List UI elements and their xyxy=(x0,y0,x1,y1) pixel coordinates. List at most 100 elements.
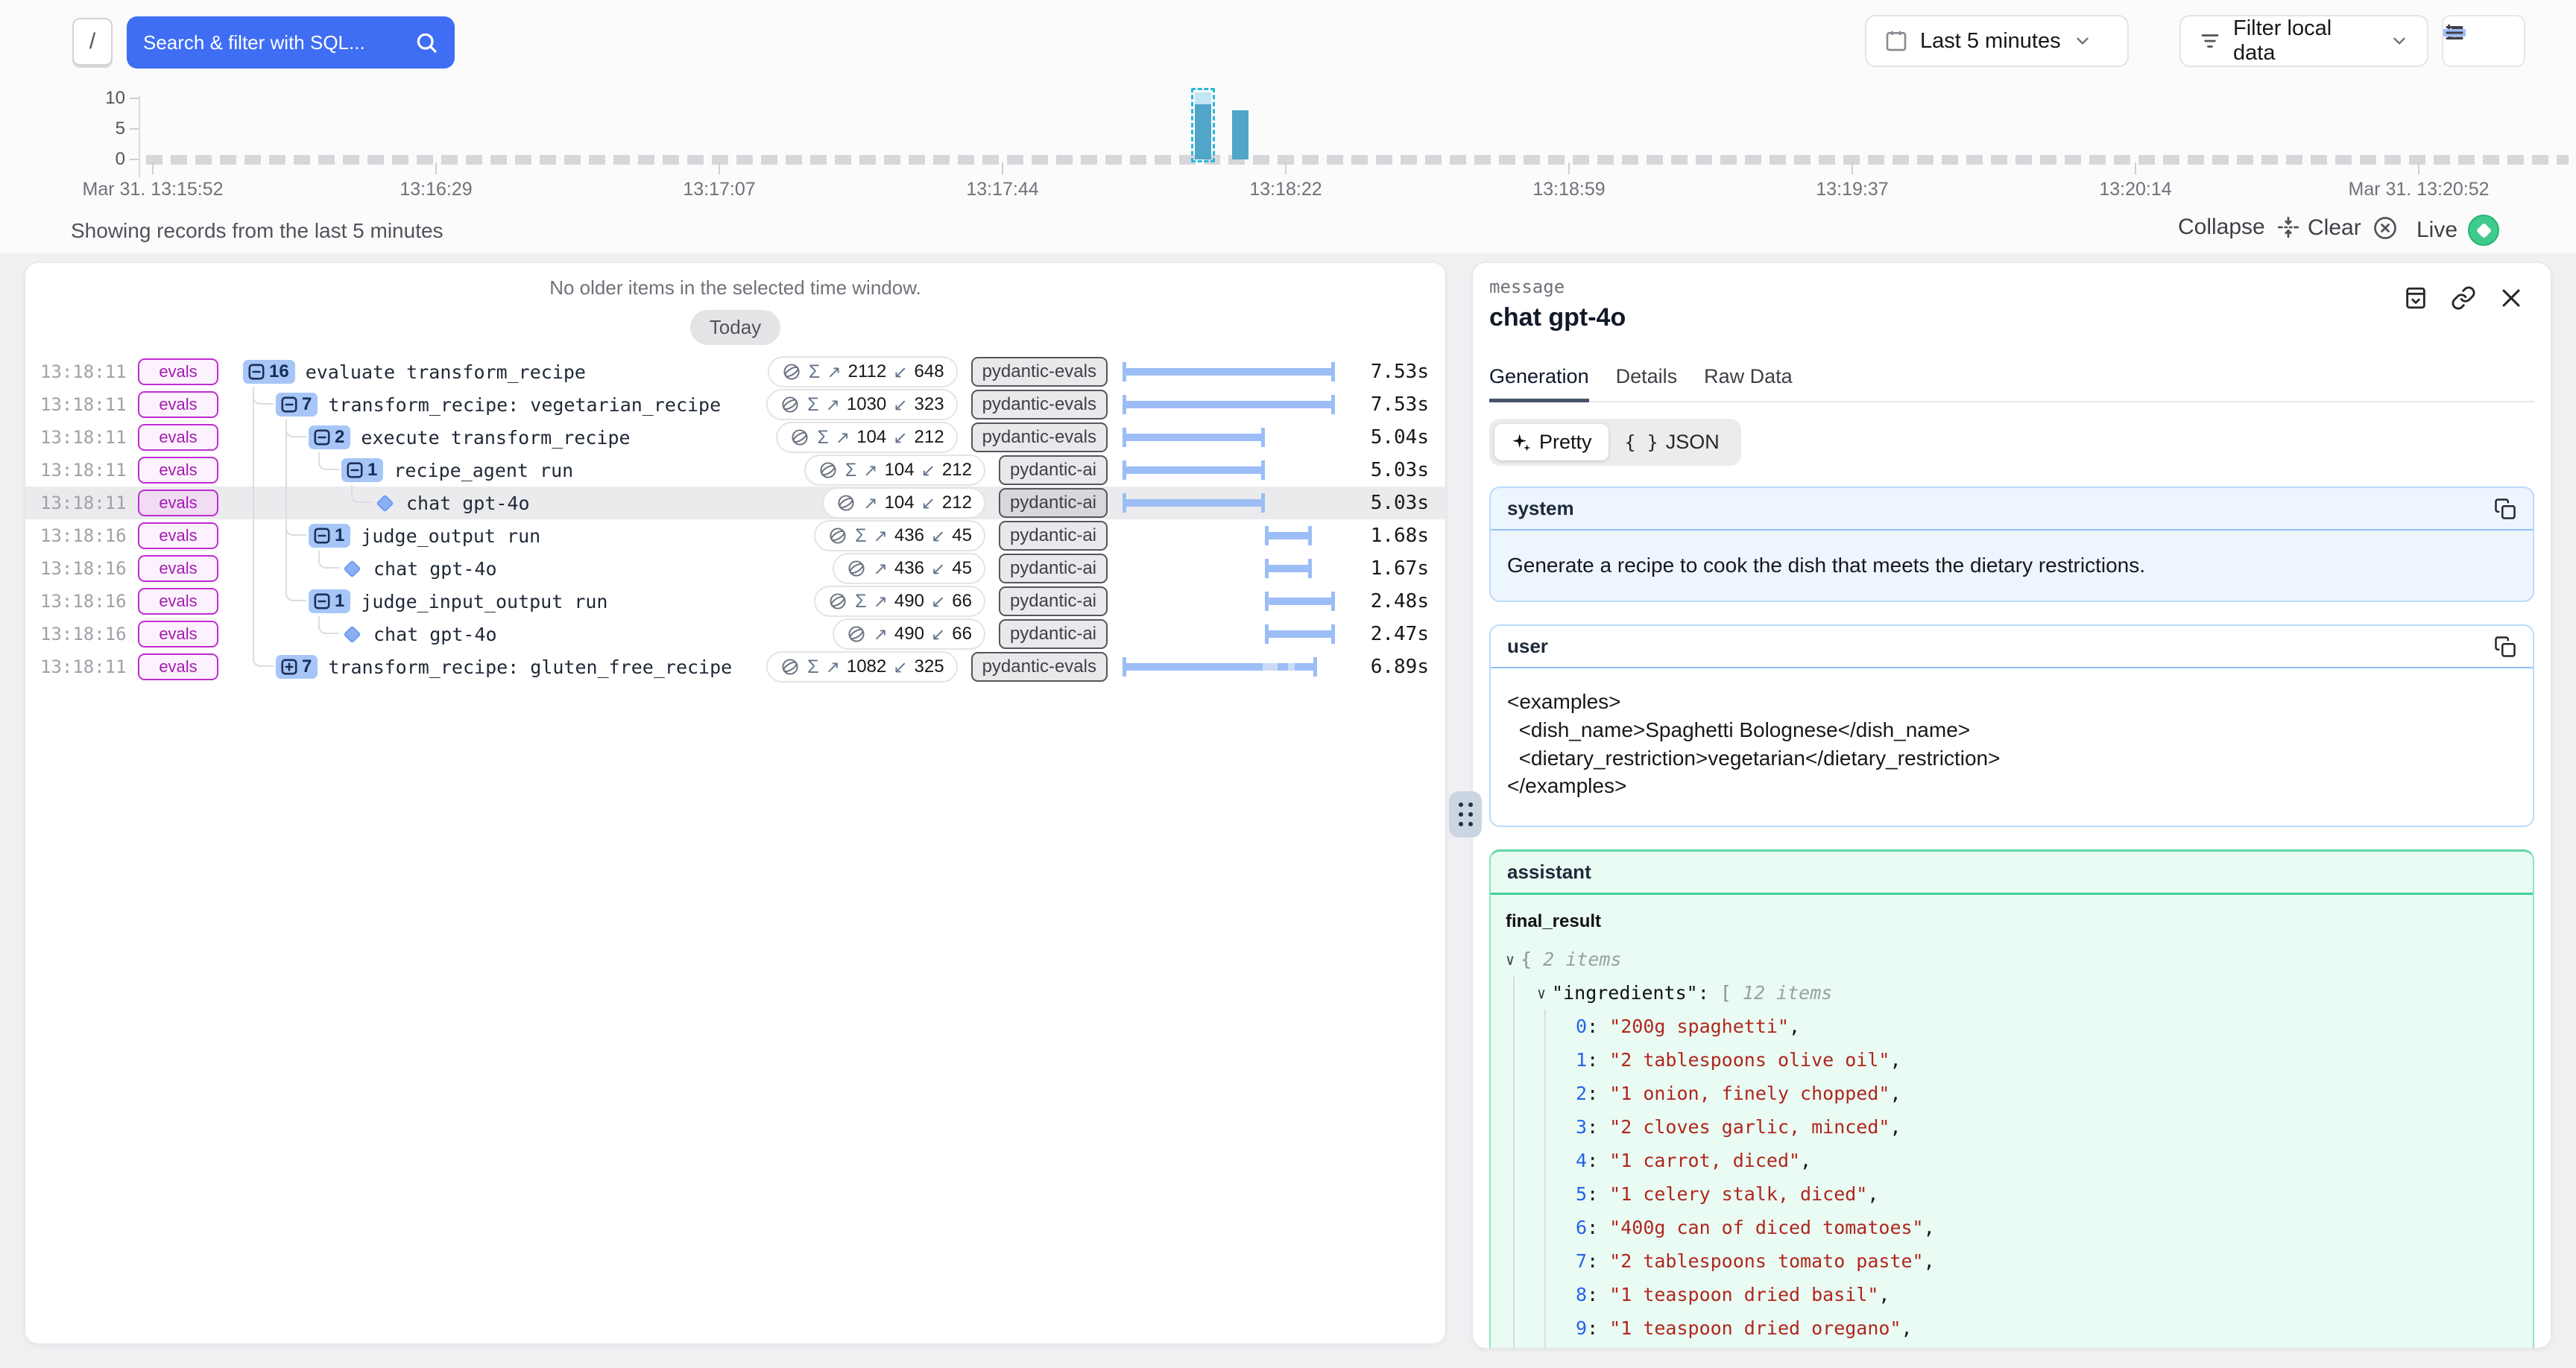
square-minus-icon xyxy=(280,395,299,414)
slash-shortcut-key: / xyxy=(72,18,113,66)
trace-row[interactable]: 13:18:16evalschat gpt-4o↗436↙45pydantic-… xyxy=(25,552,1445,585)
tokens-icon xyxy=(781,361,802,382)
span-name: judge_output run xyxy=(361,525,540,547)
time-range-label: Last 5 minutes xyxy=(1920,29,2061,54)
trace-row[interactable]: 13:18:16evals1judge_output runΣ↗436↙45py… xyxy=(25,519,1445,552)
filter-label: Filter local data xyxy=(2233,16,2378,66)
x-tick-label: 13:17:44 xyxy=(966,179,1038,200)
input-tokens: 104 xyxy=(885,493,915,513)
collapse-children-chip[interactable]: 1 xyxy=(309,589,350,613)
evals-badge: evals xyxy=(138,490,218,516)
span-duration: 1.67s xyxy=(1345,557,1429,580)
scope-tag: pydantic-evals xyxy=(971,422,1108,452)
span-duration: 5.04s xyxy=(1345,426,1429,449)
json-view-button[interactable]: { } JSON xyxy=(1609,424,1736,460)
json-root-line: ∨{ 2 items xyxy=(1506,943,2518,976)
span-name: execute transform_recipe xyxy=(361,427,630,449)
trace-row[interactable]: 13:18:11evals2execute transform_recipeΣ↗… xyxy=(25,421,1445,454)
child-count: 7 xyxy=(302,394,312,415)
collapse-children-chip[interactable]: 1 xyxy=(341,458,383,482)
collapse-children-chip[interactable]: 7 xyxy=(276,393,318,417)
pretty-view-button[interactable]: Pretty xyxy=(1494,424,1609,460)
scope-tag: pydantic-ai xyxy=(999,554,1108,583)
collapse-children-chip[interactable]: 2 xyxy=(309,425,350,449)
y-tick-label: 5 xyxy=(80,118,125,139)
zero-baseline xyxy=(146,155,2569,165)
sigma-aggregate-icon: Σ xyxy=(809,361,820,383)
json-array-item: 7: "2 tablespoons tomato paste", xyxy=(1576,1244,2518,1278)
output-tokens-arrow-icon: ↙ xyxy=(931,624,945,645)
filter-local-data-dropdown[interactable]: Filter local data xyxy=(2179,15,2428,67)
tab-raw-data[interactable]: Raw Data xyxy=(1704,365,1793,402)
output-tokens-arrow-icon: ↙ xyxy=(931,592,945,612)
trace-row[interactable]: 13:18:11evals7transform_recipe: vegetari… xyxy=(25,388,1445,421)
search-button-label: Search & filter with SQL... xyxy=(143,31,404,54)
assistant-message-card: assistant final_result ∨{ 2 items∨"ingre… xyxy=(1489,849,2534,1349)
live-toggle[interactable]: Live xyxy=(2416,215,2499,246)
tab-generation[interactable]: Generation xyxy=(1489,365,1589,402)
span-duration: 6.89s xyxy=(1345,656,1429,678)
system-role-label: system xyxy=(1507,497,1574,520)
trace-row[interactable]: 13:18:11evals7transform_recipe: gluten_f… xyxy=(25,650,1445,683)
copy-icon[interactable] xyxy=(2494,636,2516,658)
evals-badge: evals xyxy=(138,358,218,385)
records-histogram[interactable]: 1050 Mar 31. 13:15:5213:16:2913:17:0713:… xyxy=(0,88,2576,215)
sparkle-icon xyxy=(1511,432,1532,453)
token-usage-chip: Σ↗490↙66 xyxy=(814,586,985,617)
input-tokens: 1030 xyxy=(847,394,886,415)
time-range-dropdown[interactable]: Last 5 minutes xyxy=(1865,15,2129,67)
collapse-children-chip[interactable]: 1 xyxy=(309,524,350,548)
evals-badge: evals xyxy=(138,522,218,549)
child-count: 16 xyxy=(269,361,289,382)
chevron-down-icon[interactable]: ∨ xyxy=(1506,949,1515,971)
trace-row[interactable]: 13:18:16evalschat gpt-4o↗490↙66pydantic-… xyxy=(25,618,1445,650)
copy-link-icon[interactable] xyxy=(2451,285,2476,311)
row-timestamp: 13:18:11 xyxy=(40,361,130,382)
square-minus-icon xyxy=(247,362,266,381)
tokens-icon xyxy=(846,558,867,579)
collapse-children-chip[interactable]: 16 xyxy=(243,360,295,384)
duration-bar xyxy=(1123,487,1335,519)
trace-row[interactable]: 13:18:11evals1recipe_agent runΣ↗104↙212p… xyxy=(25,454,1445,487)
tab-details[interactable]: Details xyxy=(1616,365,1678,402)
live-indicator-icon xyxy=(2468,215,2499,246)
search-button[interactable]: Search & filter with SQL... xyxy=(127,16,455,69)
leaf-span-diamond-icon xyxy=(343,560,361,577)
trace-row[interactable]: 13:18:11evalschat gpt-4o↗104↙212pydantic… xyxy=(25,487,1445,519)
token-usage-chip: ↗490↙66 xyxy=(833,618,985,650)
histogram-bar[interactable] xyxy=(1232,110,1248,159)
collapse-button[interactable]: Collapse xyxy=(2178,215,2301,240)
child-count: 2 xyxy=(335,427,344,448)
today-date-pill[interactable]: Today xyxy=(690,310,780,345)
span-name: transform_recipe: gluten_free_recipe xyxy=(328,656,732,678)
trace-row[interactable]: 13:18:11evals16evaluate transform_recipe… xyxy=(25,355,1445,388)
output-tokens: 323 xyxy=(915,394,944,415)
close-icon[interactable] xyxy=(2498,285,2524,311)
trace-row[interactable]: 13:18:16evals1judge_input_output runΣ↗49… xyxy=(25,585,1445,618)
span-kind-label: message xyxy=(1489,276,2534,297)
copy-icon[interactable] xyxy=(2494,498,2516,520)
output-tokens: 212 xyxy=(942,493,972,513)
trace-rows: 13:18:11evals16evaluate transform_recipe… xyxy=(25,355,1445,683)
output-tokens-arrow-icon: ↙ xyxy=(893,395,907,415)
evals-badge: evals xyxy=(138,391,218,418)
pin-to-board-icon[interactable] xyxy=(2403,285,2428,311)
clear-button[interactable]: Clear xyxy=(2308,215,2399,241)
square-minus-icon xyxy=(312,592,332,611)
token-usage-chip: Σ↗104↙212 xyxy=(776,422,957,453)
user-role-label: user xyxy=(1507,635,1548,658)
output-tokens: 212 xyxy=(942,460,972,481)
system-message-card: system Generate a recipe to cook the dis… xyxy=(1489,487,2534,602)
input-tokens-arrow-icon: ↗ xyxy=(836,428,850,448)
list-view-button[interactable] xyxy=(2443,29,2466,37)
tokens-icon xyxy=(827,591,848,612)
expand-children-chip[interactable]: 7 xyxy=(276,655,318,679)
span-detail-title: chat gpt-4o xyxy=(1489,303,2534,332)
panel-resize-handle[interactable] xyxy=(1449,791,1482,837)
pretty-json-toggle: Pretty { } JSON xyxy=(1489,419,1741,466)
view-mode-toggle xyxy=(2442,15,2525,67)
json-array-item: 9: "1 teaspoon dried oregano", xyxy=(1576,1311,2518,1345)
token-usage-chip: Σ↗1082↙325 xyxy=(766,651,957,683)
chevron-down-icon[interactable]: ∨ xyxy=(1537,982,1546,1004)
span-duration: 7.53s xyxy=(1345,393,1429,416)
